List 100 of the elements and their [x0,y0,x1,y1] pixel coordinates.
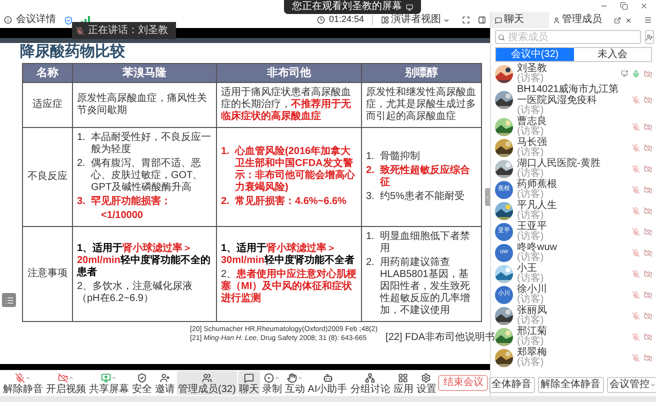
toolbar-button[interactable]: 设置 [415,371,438,395]
cell-text: 2、多饮水，注意碱化尿液（pH在6.2~6.9） [77,281,194,305]
search-field[interactable]: 搜索成员 [495,30,641,44]
sidebar-icon[interactable] [478,16,486,24]
muted-microphone-icon[interactable] [632,164,640,172]
grid-icon [398,372,408,382]
muted-microphone-icon[interactable] [632,186,640,194]
member-row[interactable]: BH14021威海市九江第一医院风湿免疫科 (访客) [491,84,656,116]
slide-title: 降尿酸药物比较 [19,43,126,61]
member-row[interactable]: 平凡人生 (访客) [491,200,656,221]
camera-off-icon[interactable] [644,122,652,130]
shield-icon[interactable] [64,16,73,24]
collapse-tab-icon[interactable] [485,188,490,206]
muted-microphone-icon[interactable] [632,96,640,104]
camera-off-icon[interactable] [644,206,652,214]
camera-off-icon[interactable] [644,96,652,104]
member-name: 曹志良 [517,116,548,127]
muted-microphone-icon[interactable] [632,144,640,152]
camera-off-icon[interactable] [644,164,652,172]
search-icon [498,34,505,40]
toolbar-button[interactable]: 分组讨论 [349,371,392,395]
camera-off-icon[interactable] [644,228,652,236]
add-person-icon [160,372,170,382]
panel-button[interactable]: 解除全体静音 [538,377,604,393]
member-role: (访客) [517,74,545,84]
camera-off-icon[interactable] [644,290,652,298]
microphone-icon[interactable] [632,70,640,78]
muted-microphone-icon[interactable] [632,270,640,278]
camera-off-icon[interactable] [644,312,652,320]
camera-off-icon[interactable] [644,332,652,340]
toolbar-button[interactable]: 录制 [260,371,283,395]
footnote: [22] FDA非布司他说明书 [386,332,496,343]
close-icon[interactable] [640,2,648,10]
banner-text: 您正在观看刘圣教的屏幕 [292,1,402,13]
member-row[interactable]: 湖口人民医院-黄胜 (访客) [491,158,656,179]
toolbar-button[interactable]: 管理成员(32) [177,371,237,395]
toolbar-button[interactable]: 解除静音 [2,371,44,395]
member-name: 湖口人民医院-黄胜 [517,158,602,169]
close-icon[interactable] [625,16,632,24]
menu-icon[interactable] [644,16,652,24]
cell-text: 1. 骨髓抑制 [366,151,421,163]
panel-button[interactable]: 会议管控 [606,377,656,393]
panel-tab[interactable]: 聊天 [491,12,549,28]
member-role: (访客) [517,106,544,116]
info-icon[interactable] [4,16,12,24]
meeting-info-link[interactable]: 会议详情 [16,14,56,26]
cell-text: 原发性和继发性高尿酸血症，尤其是尿酸生成过多而引起的高尿酸血症 [366,87,477,123]
toolbar-button[interactable]: AI小助手 [306,371,348,395]
column-header: 非布司他 [216,64,362,82]
view-mode-button[interactable]: 演讲者视图 [381,14,450,26]
member-name: 张丽凤 [517,305,548,316]
camera-off-icon[interactable] [644,144,652,152]
slide-menu-icon[interactable] [2,293,16,307]
muted-microphone-icon[interactable] [632,312,640,320]
member-role: (访客) [517,169,544,179]
clock-icon [316,16,325,24]
toolbar-button[interactable]: 聊天 [238,371,260,395]
muted-microphone-icon[interactable] [632,290,640,298]
toolbar-button[interactable]: 开启视频 [45,371,87,395]
toolbar-button[interactable]: 安全 [131,371,153,395]
cell-text: 2. 常见肝损害：4.6%~6.6% [221,196,348,208]
add-person-button[interactable] [645,30,654,44]
end-meeting-button[interactable]: 结束会议 [438,375,488,391]
panel-button[interactable]: 全体静音 [488,377,534,393]
member-row[interactable]: 马长强 (访客) [491,137,656,158]
member-row[interactable]: 张丽凤 (访客) [491,305,656,326]
muted-microphone-icon[interactable] [632,206,640,214]
row-header: 不良反应 [26,171,68,183]
member-row[interactable]: 小王 (访客) [491,263,656,284]
camera-off-icon[interactable] [644,354,652,362]
muted-microphone-icon[interactable] [632,332,640,340]
toolbar-button[interactable]: 邀请 [154,371,176,395]
screen-icon[interactable] [406,4,413,10]
meeting-timer: 01:24:54 [328,13,364,26]
muted-microphone-icon[interactable] [632,354,640,362]
restore-icon[interactable] [620,2,628,10]
camera-off-icon[interactable] [644,70,652,78]
member-name: 药师蕉根 [517,179,558,190]
shield-icon [137,372,147,382]
toolbar-button[interactable]: 互动 [284,371,306,395]
toolbar-button[interactable]: 共享屏幕 [88,371,130,395]
member-row[interactable]: 郑翠梅 (访客) [491,347,656,368]
member-row[interactable]: 曹志良 (访客) [491,116,656,137]
robot-icon [322,372,333,382]
muted-microphone-icon[interactable] [632,248,640,256]
fullscreen-icon[interactable] [462,16,470,24]
muted-microphone-icon[interactable] [632,228,640,236]
member-tab[interactable]: 会议中(32) [496,48,574,61]
member-name: 咚咚wuw [517,242,558,253]
camera-off-icon[interactable] [644,270,652,278]
member-role: (访客) [517,274,544,284]
cell-text: 1. 明显血细胞低下者禁用 [366,231,471,255]
member-name: BH14021威海市九江第一医院风湿免疫科 [517,84,620,106]
camera-off-icon[interactable] [644,248,652,256]
screen-icon [101,372,111,382]
camera-off-icon[interactable] [644,186,652,194]
person-icon [553,16,560,24]
muted-microphone-icon[interactable] [632,122,640,130]
pop-out-icon[interactable] [614,16,621,24]
toolbar-button[interactable]: 应用 [392,371,414,395]
